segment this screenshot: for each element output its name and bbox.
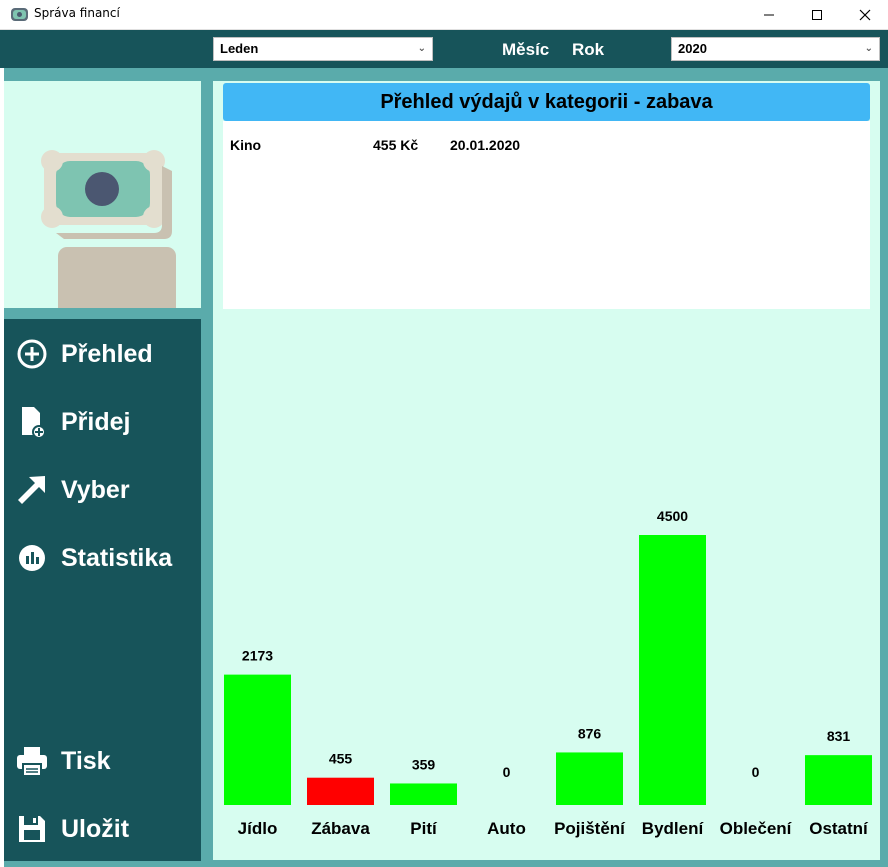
sidebar-item-label: Tisk	[61, 746, 111, 775]
expense-list-header: Přehled výdajů v kategorii - zabava	[223, 83, 870, 121]
sidebar-item-label: Statistika	[61, 543, 173, 572]
close-button[interactable]	[840, 0, 888, 30]
minimize-button[interactable]	[744, 0, 794, 30]
expense-list[interactable]: Kino 455 Kč 20.01.2020	[223, 121, 870, 309]
month-label: Měsíc	[502, 40, 550, 59]
sidebar-item-label: Přidej	[61, 407, 131, 436]
year-label: Rok	[572, 40, 605, 59]
chart-value-label-1: 455	[329, 751, 353, 767]
month-select[interactable]: Leden ⌄	[213, 37, 433, 61]
main-panel: Přehled výdajů v kategorii - zabava Kino…	[213, 81, 880, 860]
window-title: Správa financí	[34, 6, 120, 20]
logo-panel	[4, 81, 201, 318]
expense-name: Kino	[230, 137, 262, 153]
chart-value-label-0: 2173	[242, 648, 273, 664]
sidebar-item-vyber[interactable]: Vyber	[14, 470, 130, 510]
chart-bar-0	[224, 674, 291, 805]
chevron-down-icon: ⌄	[864, 43, 873, 54]
chart-bar-4	[556, 752, 623, 805]
chart-value-label-7: 831	[827, 728, 851, 744]
chart-bar-7	[805, 755, 872, 805]
chart-category-label-7: Ostatní	[809, 819, 869, 838]
close-icon	[859, 9, 871, 21]
stats-circle-icon	[14, 540, 50, 576]
sidebar-item-label: Vyber	[61, 475, 130, 504]
chart-category-label-6: Oblečení	[720, 819, 793, 838]
app-icon	[11, 8, 28, 21]
sidebar-item-label: Přehled	[61, 339, 153, 368]
title-bar: Správa financí	[0, 0, 888, 30]
maximize-icon	[812, 10, 822, 20]
month-select-value: Leden	[220, 41, 259, 56]
chart-value-label-4: 876	[578, 725, 602, 741]
printer-icon	[14, 743, 50, 779]
sidebar-item-statistika[interactable]: Statistika	[14, 538, 172, 578]
cursor-arrow-icon	[14, 472, 50, 508]
chart-bar-1	[307, 777, 374, 805]
sidebar-item-pridej[interactable]: Přidej	[14, 402, 130, 442]
sidebar: Přehled Přidej Vyber Statistika Tisk Ulo…	[4, 319, 201, 861]
chart-value-label-6: 0	[752, 764, 760, 780]
maximize-button[interactable]	[792, 0, 842, 30]
chart-bar-2	[390, 783, 457, 805]
chart-category-label-4: Pojištění	[554, 819, 626, 838]
chart-category-label-1: Zábava	[311, 819, 370, 838]
add-file-icon	[14, 404, 50, 440]
chart-category-label-2: Pití	[410, 819, 438, 838]
chevron-down-icon: ⌄	[417, 43, 426, 54]
chart-category-label-5: Bydlení	[642, 819, 705, 838]
sidebar-item-prehled[interactable]: Přehled	[14, 334, 153, 374]
chart-value-label-5: 4500	[657, 508, 688, 524]
sidebar-item-tisk[interactable]: Tisk	[14, 741, 111, 781]
list-item[interactable]: Kino 455 Kč 20.01.2020	[223, 133, 870, 155]
chart-value-label-3: 0	[503, 764, 511, 780]
plus-circle-icon	[14, 336, 50, 372]
chart-value-label-2: 359	[412, 756, 436, 772]
sidebar-item-label: Uložit	[61, 814, 130, 843]
chart-category-label-3: Auto	[487, 819, 526, 838]
year-select[interactable]: 2020 ⌄	[671, 37, 880, 61]
top-bar: Leden ⌄ Měsíc Rok 2020 ⌄	[0, 30, 888, 68]
category-bar-chart: 2173 Jídlo 455 Zábava 359 Pití 0 Auto 876 Pojiště…	[224, 508, 872, 838]
minimize-icon	[764, 14, 774, 16]
save-disk-icon	[14, 811, 50, 847]
chart-bar-5	[639, 535, 706, 805]
money-banknote-icon	[41, 150, 176, 318]
expense-amount: 455 Kč	[373, 137, 419, 153]
chart-category-label-0: Jídlo	[238, 819, 278, 838]
year-select-value: 2020	[678, 41, 707, 56]
sidebar-item-ulozit[interactable]: Uložit	[14, 809, 129, 849]
expense-date: 20.01.2020	[450, 137, 521, 153]
